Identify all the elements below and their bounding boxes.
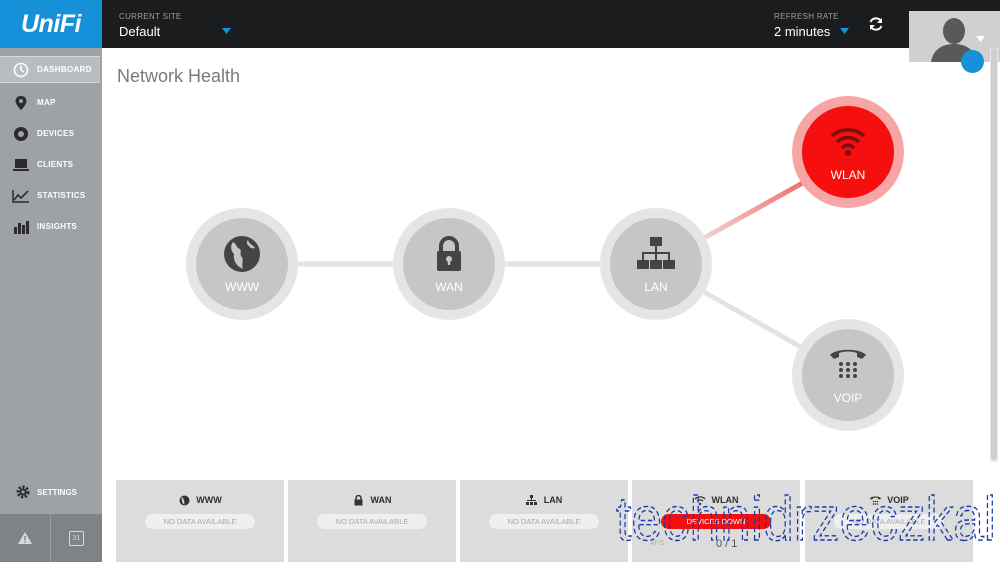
phone-icon — [830, 349, 866, 378]
watermark-text: technidrzeczkal — [616, 485, 996, 554]
status-badge: NO DATA AVAILABLE — [317, 514, 427, 529]
card-wan[interactable]: WAN NO DATA AVAILABLE — [288, 480, 456, 562]
dashboard-icon — [11, 61, 31, 79]
devices-icon — [11, 125, 31, 143]
map-pin-icon — [11, 94, 31, 112]
alerts-button[interactable] — [0, 514, 51, 562]
sidebar-item-insights[interactable]: INSIGHTS — [0, 211, 102, 242]
sidebar-item-settings[interactable]: SETTINGS — [0, 480, 102, 504]
unifi-logo[interactable]: UniFi — [0, 0, 102, 48]
sidebar-item-label: DASHBOARD — [37, 65, 92, 74]
network-health-diagram: WWW WAN LAN WLAN VOIP — [102, 48, 990, 478]
brand-name: UniFi — [21, 9, 82, 38]
node-wlan[interactable]: WLAN — [792, 96, 904, 208]
node-label: LAN — [644, 280, 668, 294]
sidebar-item-label: DEVICES — [37, 129, 75, 138]
scrollbar-thumb[interactable] — [991, 48, 997, 460]
site-label: CURRENT SITE — [119, 12, 182, 21]
status-badge: NO DATA AVAILABLE — [489, 514, 599, 529]
card-title: WWW — [196, 495, 222, 505]
node-label: WAN — [435, 280, 463, 294]
node-lan[interactable]: LAN — [600, 208, 712, 320]
site-select[interactable]: Default — [119, 24, 160, 39]
lock-icon — [437, 236, 461, 271]
node-voip[interactable]: VOIP — [792, 319, 904, 431]
sidebar-item-devices[interactable]: DEVICES — [0, 118, 102, 149]
watermark: technidrzeczkal — [615, 484, 996, 554]
sidebar-item-label: CLIENTS — [37, 160, 74, 169]
chart-line-icon — [11, 187, 31, 205]
sidebar-item-statistics[interactable]: STATISTICS — [0, 180, 102, 211]
events-button[interactable]: 31 — [51, 514, 102, 562]
node-label: VOIP — [833, 391, 863, 405]
card-www[interactable]: WWW NO DATA AVAILABLE — [116, 480, 284, 562]
sidebar: UniFi DASHBOARD MAP DEVICES CLIENTS STAT… — [0, 0, 102, 562]
wifi-icon — [830, 128, 866, 156]
lock-icon — [353, 494, 365, 506]
node-label: WWW — [225, 280, 259, 294]
gear-icon — [13, 483, 33, 501]
globe-icon — [178, 494, 190, 506]
scrollbar[interactable] — [990, 48, 998, 462]
sidebar-item-clients[interactable]: CLIENTS — [0, 149, 102, 180]
node-www[interactable]: WWW — [186, 208, 298, 320]
node-wan[interactable]: WAN — [393, 208, 505, 320]
refresh-rate-select[interactable]: 2 minutes — [774, 24, 830, 39]
status-badge: NO DATA AVAILABLE — [145, 514, 255, 529]
chevron-down-icon[interactable] — [840, 28, 849, 34]
sidebar-nav: DASHBOARD MAP DEVICES CLIENTS STATISTICS — [0, 56, 102, 242]
lan-network-icon — [526, 494, 538, 506]
laptop-icon — [11, 156, 31, 174]
refresh-rate-label: REFRESH RATE — [774, 12, 839, 21]
lan-network-icon — [637, 237, 675, 269]
sidebar-item-label: SETTINGS — [37, 487, 78, 497]
sidebar-item-label: MAP — [37, 98, 56, 107]
refresh-icon[interactable] — [866, 14, 886, 34]
sidebar-item-dashboard[interactable]: DASHBOARD — [0, 56, 100, 83]
calendar-icon: 31 — [69, 530, 84, 546]
top-bar: CURRENT SITE Default REFRESH RATE 2 minu… — [102, 0, 1000, 62]
globe-icon — [224, 236, 260, 272]
bar-chart-icon — [11, 218, 31, 236]
chevron-down-icon[interactable] — [976, 36, 985, 42]
warning-icon — [18, 532, 32, 544]
chevron-down-icon[interactable] — [222, 28, 231, 34]
sidebar-item-label: INSIGHTS — [37, 222, 78, 231]
node-label: WLAN — [830, 168, 866, 182]
sidebar-item-label: STATISTICS — [37, 191, 86, 200]
card-title: LAN — [543, 495, 563, 505]
sidebar-item-map[interactable]: MAP — [0, 87, 102, 118]
sidebar-footer: 31 — [0, 514, 102, 562]
card-lan[interactable]: LAN NO DATA AVAILABLE — [460, 480, 628, 562]
card-title: WAN — [370, 495, 392, 505]
